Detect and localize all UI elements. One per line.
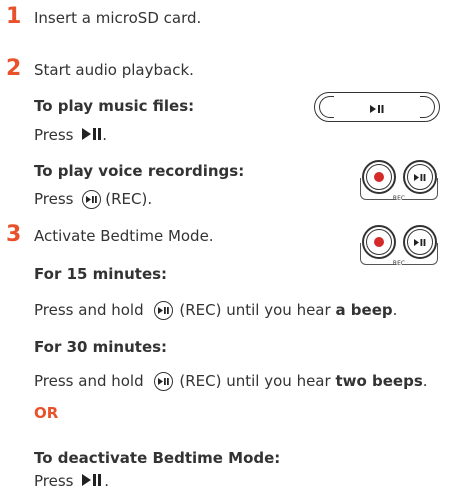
deactivate-heading: To deactivate Bedtime Mode: — [34, 449, 281, 467]
step-number: 2 — [6, 56, 22, 81]
press-label: Press and hold — [34, 372, 144, 390]
press-label: Press — [34, 126, 74, 144]
play-pause-icon — [370, 98, 384, 117]
step-number: 1 — [6, 4, 22, 29]
rec-button-illustration: REC — [356, 160, 442, 204]
play-pause-button-illustration — [314, 92, 440, 122]
rec-text: (REC) until you hear — [179, 372, 331, 390]
fifteen-heading: For 15 minutes: — [34, 265, 168, 283]
thirty-instruction: Press and hold (REC) until you hear two … — [34, 372, 428, 391]
step-3: 3 Activate Bedtime Mode. — [6, 224, 214, 246]
play-pause-icon — [82, 128, 102, 140]
rec-text: (REC) until you hear — [179, 301, 331, 319]
rec-label: (REC). — [105, 190, 153, 208]
record-dot-icon — [374, 172, 384, 182]
step-text: Insert a microSD card. — [34, 9, 202, 27]
emphasis: two beeps — [335, 372, 423, 390]
or-label: OR — [34, 404, 59, 422]
record-dot-icon — [374, 237, 384, 247]
play-pause-icon — [82, 190, 102, 209]
play-pause-icon — [154, 301, 174, 320]
step-2: 2 Start audio playback. — [6, 58, 194, 80]
period: . — [422, 372, 428, 390]
music-instruction: Press . — [34, 126, 107, 144]
press-label: Press — [34, 472, 74, 490]
play-pause-icon — [414, 173, 426, 181]
play-pause-icon — [414, 238, 426, 246]
step-text: Start audio playback. — [34, 61, 194, 79]
rec-caption: REC — [356, 194, 442, 204]
play-pause-icon — [82, 474, 102, 486]
period: . — [102, 126, 108, 144]
play-pause-icon — [154, 372, 174, 391]
record-button — [362, 225, 396, 259]
step-number: 3 — [6, 222, 22, 247]
press-label: Press — [34, 190, 74, 208]
step-1: 1 Insert a microSD card. — [6, 6, 201, 28]
voice-instruction: Press (REC). — [34, 190, 152, 209]
rec-button-illustration: REC — [356, 225, 442, 269]
press-label: Press and hold — [34, 301, 144, 319]
fifteen-instruction: Press and hold (REC) until you hear a be… — [34, 301, 397, 320]
step-text: Activate Bedtime Mode. — [34, 227, 214, 245]
record-button — [362, 160, 396, 194]
music-heading: To play music files: — [34, 97, 195, 115]
voice-heading: To play voice recordings: — [34, 162, 245, 180]
emphasis: a beep — [335, 301, 393, 319]
period: . — [392, 301, 398, 319]
deactivate-instruction: Press . — [34, 472, 109, 490]
period: . — [104, 472, 110, 490]
rec-caption: REC — [356, 259, 442, 269]
thirty-heading: For 30 minutes: — [34, 338, 168, 356]
